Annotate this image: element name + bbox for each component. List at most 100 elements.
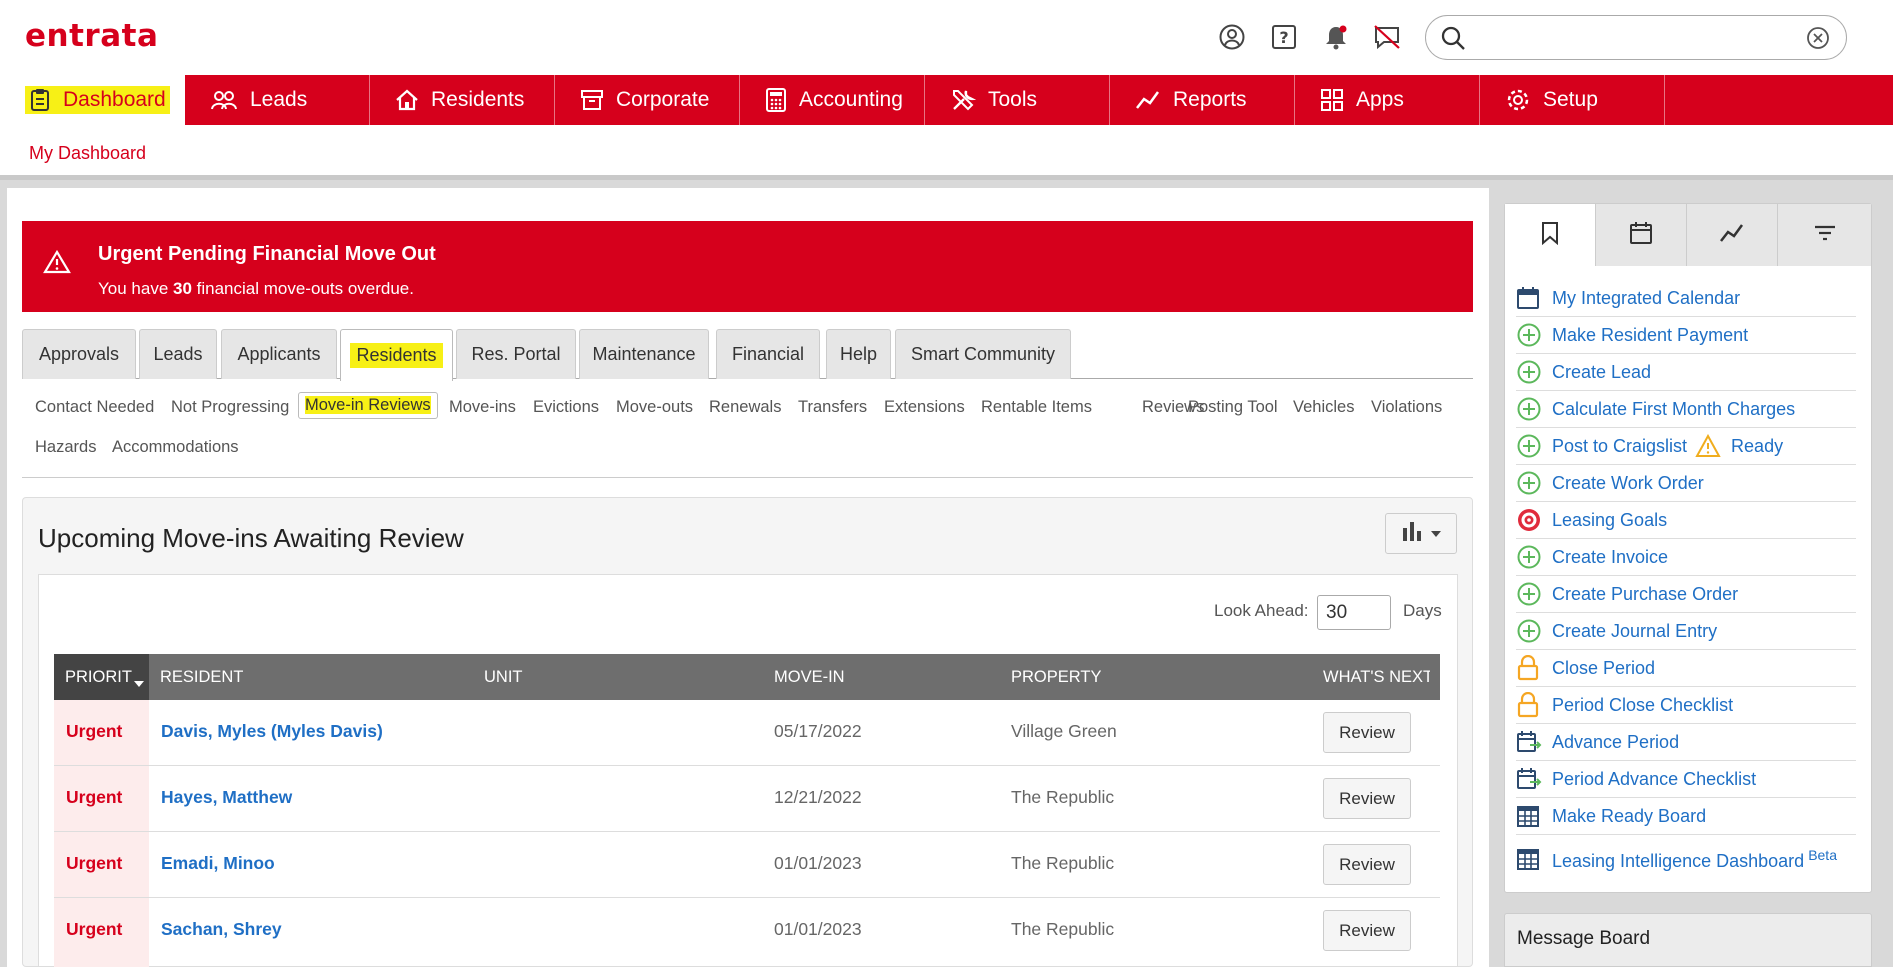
nav-setup[interactable]: Setup [1480,75,1665,125]
calendar-tab[interactable] [1596,204,1687,266]
subtab-vehicles[interactable]: Vehicles [1293,398,1354,417]
nav-corporate[interactable]: Corporate [555,75,740,125]
user-icon[interactable] [1217,22,1247,52]
subtab-hazards[interactable]: Hazards [35,438,96,457]
quick-link-make-ready-board[interactable]: Make Ready Board [1516,798,1856,835]
quick-link-create-invoice[interactable]: Create Invoice [1516,539,1856,576]
tab-residents[interactable]: Residents [340,329,453,381]
apps-icon [1320,88,1344,112]
plus-circle-icon [1516,395,1544,423]
property-name: The Republic [1011,787,1115,807]
quick-link-advance-period[interactable]: Advance Period [1516,724,1856,761]
clear-search-icon[interactable] [1806,26,1830,55]
quick-link-leasing-goals[interactable]: Leasing Goals [1516,502,1856,539]
subtab-accommodations[interactable]: Accommodations [112,438,239,457]
review-button[interactable]: Review [1323,844,1411,885]
subtab-not-progressing[interactable]: Not Progressing [171,398,289,417]
my-dashboard-link[interactable]: My Dashboard [29,143,146,164]
quick-link-label: Leasing Goals [1552,509,1668,530]
tab-maintenance[interactable]: Maintenance [579,329,709,379]
nav-reports[interactable]: Reports [1110,75,1295,125]
resident-link[interactable]: Sachan, Shrey [161,919,282,940]
priority-value: Urgent [66,853,123,873]
subtab-move-outs[interactable]: Move-outs [616,398,693,417]
subtab-evictions[interactable]: Evictions [533,398,599,417]
lookahead-days-input[interactable] [1317,595,1391,630]
resident-link[interactable]: Hayes, Matthew [161,787,292,808]
subtab-contact-needed[interactable]: Contact Needed [35,398,154,417]
quick-link-create-lead[interactable]: Create Lead [1516,354,1856,391]
tab-financial[interactable]: Financial [716,329,820,379]
sort-desc-icon[interactable] [133,674,145,693]
tab-applicants[interactable]: Applicants [221,329,337,379]
chart-view-button[interactable] [1385,513,1457,554]
help-icon[interactable]: ? [1269,22,1299,52]
subtab-violations[interactable]: Violations [1371,398,1442,417]
subtab-extensions[interactable]: Extensions [884,398,965,417]
tab-res-portal[interactable]: Res. Portal [456,329,576,379]
beta-badge: Beta [1808,846,1837,863]
col-header-priority[interactable]: PRIORIT [65,668,133,687]
nav-label: Apps [1356,88,1404,111]
filter-tab[interactable] [1778,204,1871,266]
quick-link-calculate-first-month-charges[interactable]: Calculate First Month Charges [1516,391,1856,428]
col-header-resident[interactable]: RESIDENT [160,668,243,687]
quick-link-create-journal-entry[interactable]: Create Journal Entry [1516,613,1856,650]
move-in-date: 01/01/2023 [774,919,862,939]
quick-link-label: Create Work Order [1552,472,1704,493]
plus-circle-icon [1516,469,1544,497]
move-in-date: 05/17/2022 [774,721,862,741]
review-button[interactable]: Review [1323,712,1411,753]
review-button[interactable]: Review [1323,778,1411,819]
plus-circle-icon [1516,358,1544,386]
clipboard-icon [29,88,51,112]
quick-link-make-resident-payment[interactable]: Make Resident Payment [1516,317,1856,354]
review-button[interactable]: Review [1323,910,1411,951]
col-header-move-in[interactable]: MOVE-IN [774,668,845,687]
nav-accounting[interactable]: Accounting [740,75,925,125]
nav-tools[interactable]: Tools [925,75,1110,125]
filter-icon [1814,224,1836,247]
col-header-property[interactable]: PROPERTY [1011,668,1101,687]
quick-link-period-close-checklist[interactable]: Period Close Checklist [1516,687,1856,724]
tab-help[interactable]: Help [826,329,891,379]
nav-residents[interactable]: Residents [370,75,555,125]
entrata-logo[interactable]: entrata [25,18,158,54]
resident-link[interactable]: Davis, Myles (Myles Davis) [161,721,383,742]
subtab-move-ins[interactable]: Move-ins [449,398,516,417]
nav-leads[interactable]: Leads [185,75,370,125]
tab-smart-community[interactable]: Smart Community [895,329,1071,379]
quick-link-create-purchase-order[interactable]: Create Purchase Order [1516,576,1856,613]
nav-dashboard[interactable]: Dashboard [0,75,185,125]
people-icon [210,88,238,112]
quick-link-create-work-order[interactable]: Create Work Order [1516,465,1856,502]
col-header-unit[interactable]: UNIT [484,668,523,687]
warning-icon [43,249,71,280]
quick-link-leasing-intelligence-dashboard[interactable]: Leasing Intelligence Dashboard Beta [1516,835,1856,883]
nav-apps[interactable]: Apps [1295,75,1480,125]
tab-leads[interactable]: Leads [139,329,217,379]
subtab-posting-tool[interactable]: Posting Tool [1188,398,1278,417]
nav-label: Tools [988,88,1038,111]
plus-circle-icon [1516,432,1544,460]
subtab-renewals[interactable]: Renewals [709,398,781,417]
resident-link[interactable]: Emadi, Minoo [161,853,275,874]
quick-link-post-to-craigslist[interactable]: Post to Craigslist Ready [1516,428,1856,465]
subtab-rentable-items[interactable]: Rentable Items [981,398,1092,417]
chat-off-icon[interactable] [1372,22,1402,52]
quick-link-close-period[interactable]: Close Period [1516,650,1856,687]
move-in-date: 01/01/2023 [774,853,862,873]
trends-tab[interactable] [1687,204,1778,266]
quick-link-label: Advance Period [1552,731,1680,752]
message-board-header[interactable]: Message Board [1504,913,1872,967]
quick-link-period-advance-checklist[interactable]: Period Advance Checklist [1516,761,1856,798]
tab-approvals[interactable]: Approvals [22,329,136,379]
quick-link-my-integrated-calendar[interactable]: My Integrated Calendar [1516,280,1856,317]
days-label: Days [1403,601,1442,620]
global-search[interactable] [1425,15,1847,60]
bookmarks-tab[interactable] [1505,204,1596,266]
urgent-alert-banner[interactable]: Urgent Pending Financial Move Out You ha… [22,221,1473,312]
subtab-transfers[interactable]: Transfers [798,398,867,417]
subtab-move-in-reviews[interactable]: Move-in Reviews [298,392,438,419]
notifications-bell-icon[interactable] [1321,22,1351,52]
